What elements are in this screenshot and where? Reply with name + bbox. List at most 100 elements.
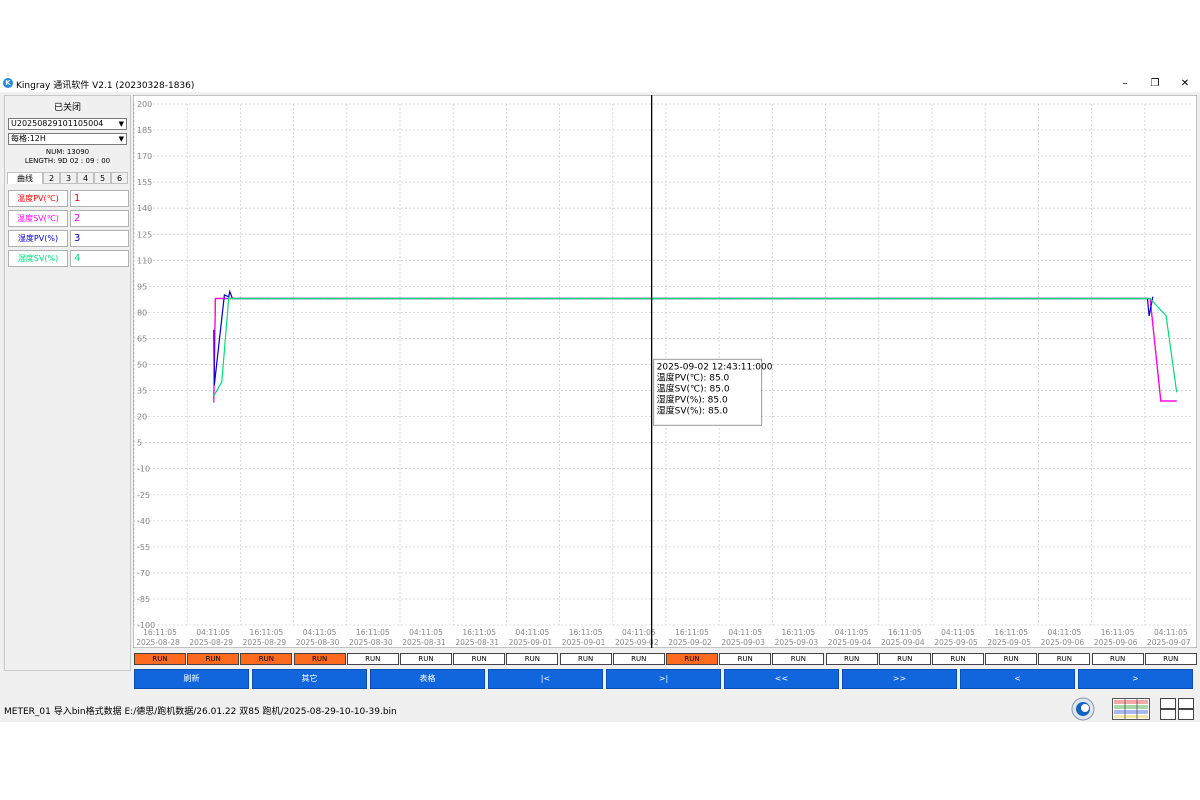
step-forward-button[interactable]: > [1078, 669, 1193, 689]
series-point [366, 297, 369, 300]
x-tick-time-label: 16:11:05 [675, 628, 709, 637]
series-point [940, 297, 943, 300]
x-tick-time-label: 04:11:05 [303, 628, 337, 637]
y-tick-label: -85 [137, 595, 150, 604]
series-point [291, 297, 294, 300]
run-status-cell: RUN [1144, 653, 1197, 665]
grid-view-icon[interactable] [1160, 698, 1194, 720]
refresh-button[interactable]: 刷新 [134, 669, 249, 689]
maximize-icon[interactable]: ❐ [1140, 75, 1170, 92]
fast-back-button[interactable]: << [724, 669, 839, 689]
record-length: LENGTH: 9D 02 : 09 : 00 [24, 157, 111, 165]
run-status-cell: RUN [240, 653, 293, 665]
y-tick-label: 65 [137, 334, 147, 343]
series-point [536, 297, 539, 300]
series-point [663, 297, 666, 300]
series-point [738, 297, 741, 300]
tab-6[interactable]: 6 [111, 172, 128, 184]
tooltip-time: 2025-09-02 12:43:11:000 [657, 362, 773, 372]
legend-number: 4 [70, 250, 129, 267]
series-point [695, 297, 698, 300]
y-tick-label: 125 [137, 230, 152, 239]
x-tick-date-label: 2025-08-30 [296, 638, 340, 647]
device-select[interactable]: U20250829101105004 ▼ [8, 118, 127, 130]
series-point [483, 297, 486, 300]
x-tick-date-label: 2025-09-01 [562, 638, 606, 647]
tab-4[interactable]: 4 [77, 172, 94, 184]
y-tick-label: 95 [137, 282, 147, 291]
legend-row-temp-pv[interactable]: 温度PV(℃) 1 [8, 190, 129, 207]
y-tick-label: -55 [137, 543, 150, 552]
x-tick-date-label: 2025-08-30 [349, 638, 393, 647]
series-point [600, 297, 603, 300]
series-point [504, 297, 507, 300]
tab-5[interactable]: 5 [94, 172, 111, 184]
series-point [844, 297, 847, 300]
series-point [717, 297, 720, 300]
x-tick-time-label: 04:11:05 [516, 628, 550, 637]
y-tick-label: 110 [137, 256, 152, 265]
chevron-down-icon: ▼ [118, 135, 124, 143]
run-status-cell: RUN [293, 653, 346, 665]
series-point [397, 297, 400, 300]
device-select-value: U20250829101105004 [11, 119, 104, 128]
y-tick-label: 170 [137, 152, 152, 161]
y-tick-label: 5 [137, 439, 142, 448]
series-point [1142, 297, 1145, 300]
series-point [780, 297, 783, 300]
table-button[interactable]: 表格 [370, 669, 485, 689]
series-point [1121, 297, 1124, 300]
series-point [387, 297, 390, 300]
interval-select[interactable]: 每格:12H ▼ [8, 133, 127, 145]
minimize-icon[interactable]: – [1110, 75, 1140, 92]
series-point [514, 297, 517, 300]
run-status-cell: RUN [666, 653, 718, 665]
tooltip-line: 温度PV(℃): 85.0 [657, 371, 730, 383]
first-page-button[interactable]: |< [488, 669, 603, 689]
step-back-button[interactable]: < [960, 669, 1075, 689]
series-point [270, 297, 273, 300]
tab-3[interactable]: 3 [60, 172, 77, 184]
series-point [919, 297, 922, 300]
x-tick-time-label: 04:11:05 [941, 628, 975, 637]
tooltip-line: 温度SV(℃): 85.0 [657, 382, 730, 394]
series-point [642, 297, 645, 300]
tab-2[interactable]: 2 [43, 172, 60, 184]
series-point [1036, 297, 1039, 300]
legend-row-hum-sv[interactable]: 湿度SV(%) 4 [8, 250, 129, 267]
x-tick-time-label: 04:11:05 [1048, 628, 1082, 637]
series-point [1110, 297, 1113, 300]
tab-curve[interactable]: 曲线 [7, 172, 43, 184]
series-point [429, 297, 432, 300]
fast-forward-button[interactable]: >> [842, 669, 957, 689]
run-status-cell: RUN [932, 653, 984, 665]
series-point [568, 297, 571, 300]
other-button[interactable]: 其它 [252, 669, 367, 689]
series-point [259, 297, 262, 300]
x-tick-date-label: 2025-08-29 [189, 638, 233, 647]
series-point [546, 297, 549, 300]
legend-row-temp-sv[interactable]: 温度SV(℃) 2 [8, 210, 129, 227]
last-page-button[interactable]: >| [606, 669, 721, 689]
status-text: METER_01 导入bin格式数据 E:/德思/跑机数据/26.01.22 双… [4, 707, 397, 717]
button-row: 刷新 其它 表格 |< >| << >> < > [133, 669, 1197, 690]
left-panel: 已关闭 U20250829101105004 ▼ 每格:12H ▼ NUM: 1… [4, 95, 131, 671]
series-point [1057, 297, 1060, 300]
x-tick-time-label: 16:11:05 [1101, 628, 1135, 637]
series-point [1078, 297, 1081, 300]
legend-row-hum-pv[interactable]: 湿度PV(%) 3 [8, 230, 129, 247]
x-tick-date-label: 2025-09-05 [987, 638, 1031, 647]
series-point [578, 297, 581, 300]
series-point [898, 297, 901, 300]
trend-chart[interactable]: 200 185 170 155 140 125 110 95 80 65 50 35 20 5 -10 -25… [133, 95, 1197, 648]
run-status-cell: RUN [1038, 653, 1091, 665]
series-point [951, 297, 954, 300]
series-point [727, 297, 730, 300]
series-point [323, 297, 326, 300]
x-tick-time-label: 04:11:05 [1154, 628, 1188, 637]
table-view-icon[interactable] [1112, 698, 1150, 720]
series-point [1100, 297, 1103, 300]
title-bar: K Kingray 通讯软件 V2.1 (20230328-1836) – ❐ … [0, 75, 1200, 92]
logo-icon[interactable] [1070, 697, 1096, 721]
close-icon[interactable]: ✕ [1170, 75, 1200, 92]
